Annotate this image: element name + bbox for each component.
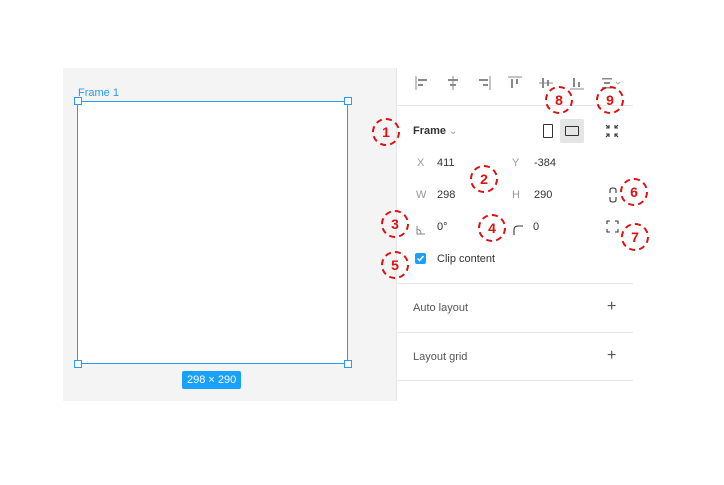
- height-input[interactable]: 290: [534, 189, 552, 201]
- align-right-icon[interactable]: [477, 76, 491, 90]
- frame-name-label[interactable]: Frame 1: [78, 87, 119, 99]
- resize-handle-bottom-left[interactable]: [74, 360, 82, 368]
- align-top-icon[interactable]: [508, 76, 522, 90]
- align-horizontal-center-icon[interactable]: [446, 76, 460, 90]
- frame-title-label: Frame: [413, 125, 447, 137]
- y-label: Y: [512, 157, 520, 169]
- resize-handle-bottom-right[interactable]: [344, 360, 352, 368]
- rotation-input[interactable]: 0°: [437, 221, 448, 233]
- align-left-icon[interactable]: [415, 76, 429, 90]
- layout-grid-section: Layout grid +: [397, 332, 633, 381]
- clip-content-checkbox[interactable]: [415, 253, 426, 264]
- frame-size-badge: 298 × 290: [182, 371, 242, 389]
- landscape-orientation-icon[interactable]: [565, 126, 579, 136]
- h-label: H: [512, 189, 520, 201]
- callout-7: 7: [621, 223, 649, 251]
- callout-9: 9: [596, 86, 624, 114]
- portrait-orientation-icon[interactable]: [543, 124, 553, 138]
- callout-3: 3: [381, 210, 409, 238]
- auto-layout-section: Auto layout +: [397, 283, 633, 332]
- callout-1: 1: [372, 118, 400, 146]
- add-auto-layout-icon[interactable]: +: [607, 299, 616, 315]
- align-bottom-icon[interactable]: [570, 76, 584, 90]
- x-label: X: [417, 157, 425, 169]
- frame-1[interactable]: [77, 101, 348, 364]
- rotation-icon: [416, 222, 426, 235]
- callout-4: 4: [478, 214, 506, 242]
- callout-8: 8: [545, 86, 573, 114]
- corner-radius-icon: [513, 222, 523, 235]
- add-layout-grid-icon[interactable]: +: [607, 348, 616, 364]
- layout-grid-title: Layout grid: [413, 351, 468, 363]
- y-input[interactable]: -384: [534, 157, 556, 169]
- auto-layout-title: Auto layout: [413, 302, 469, 314]
- callout-2: 2: [470, 165, 498, 193]
- width-input[interactable]: 298: [437, 189, 455, 201]
- x-input[interactable]: 411: [437, 157, 455, 169]
- independent-corners-icon[interactable]: [606, 220, 619, 233]
- w-label: W: [416, 189, 427, 201]
- properties-panel: Frame ⌄ X 411 Y -384 W 298 H 290 0° 0 Cl…: [396, 68, 633, 401]
- corner-radius-input[interactable]: 0: [533, 221, 539, 233]
- chevron-down-icon: ⌄: [449, 126, 458, 137]
- constrain-proportions-icon[interactable]: [608, 187, 618, 203]
- callout-5: 5: [381, 251, 409, 279]
- resize-to-fit-icon[interactable]: [605, 124, 619, 138]
- clip-content-label: Clip content: [437, 253, 496, 265]
- frame-preset-dropdown[interactable]: Frame ⌄: [413, 125, 457, 137]
- callout-6: 6: [620, 178, 648, 206]
- resize-handle-top-left[interactable]: [74, 97, 82, 105]
- resize-handle-top-right[interactable]: [344, 97, 352, 105]
